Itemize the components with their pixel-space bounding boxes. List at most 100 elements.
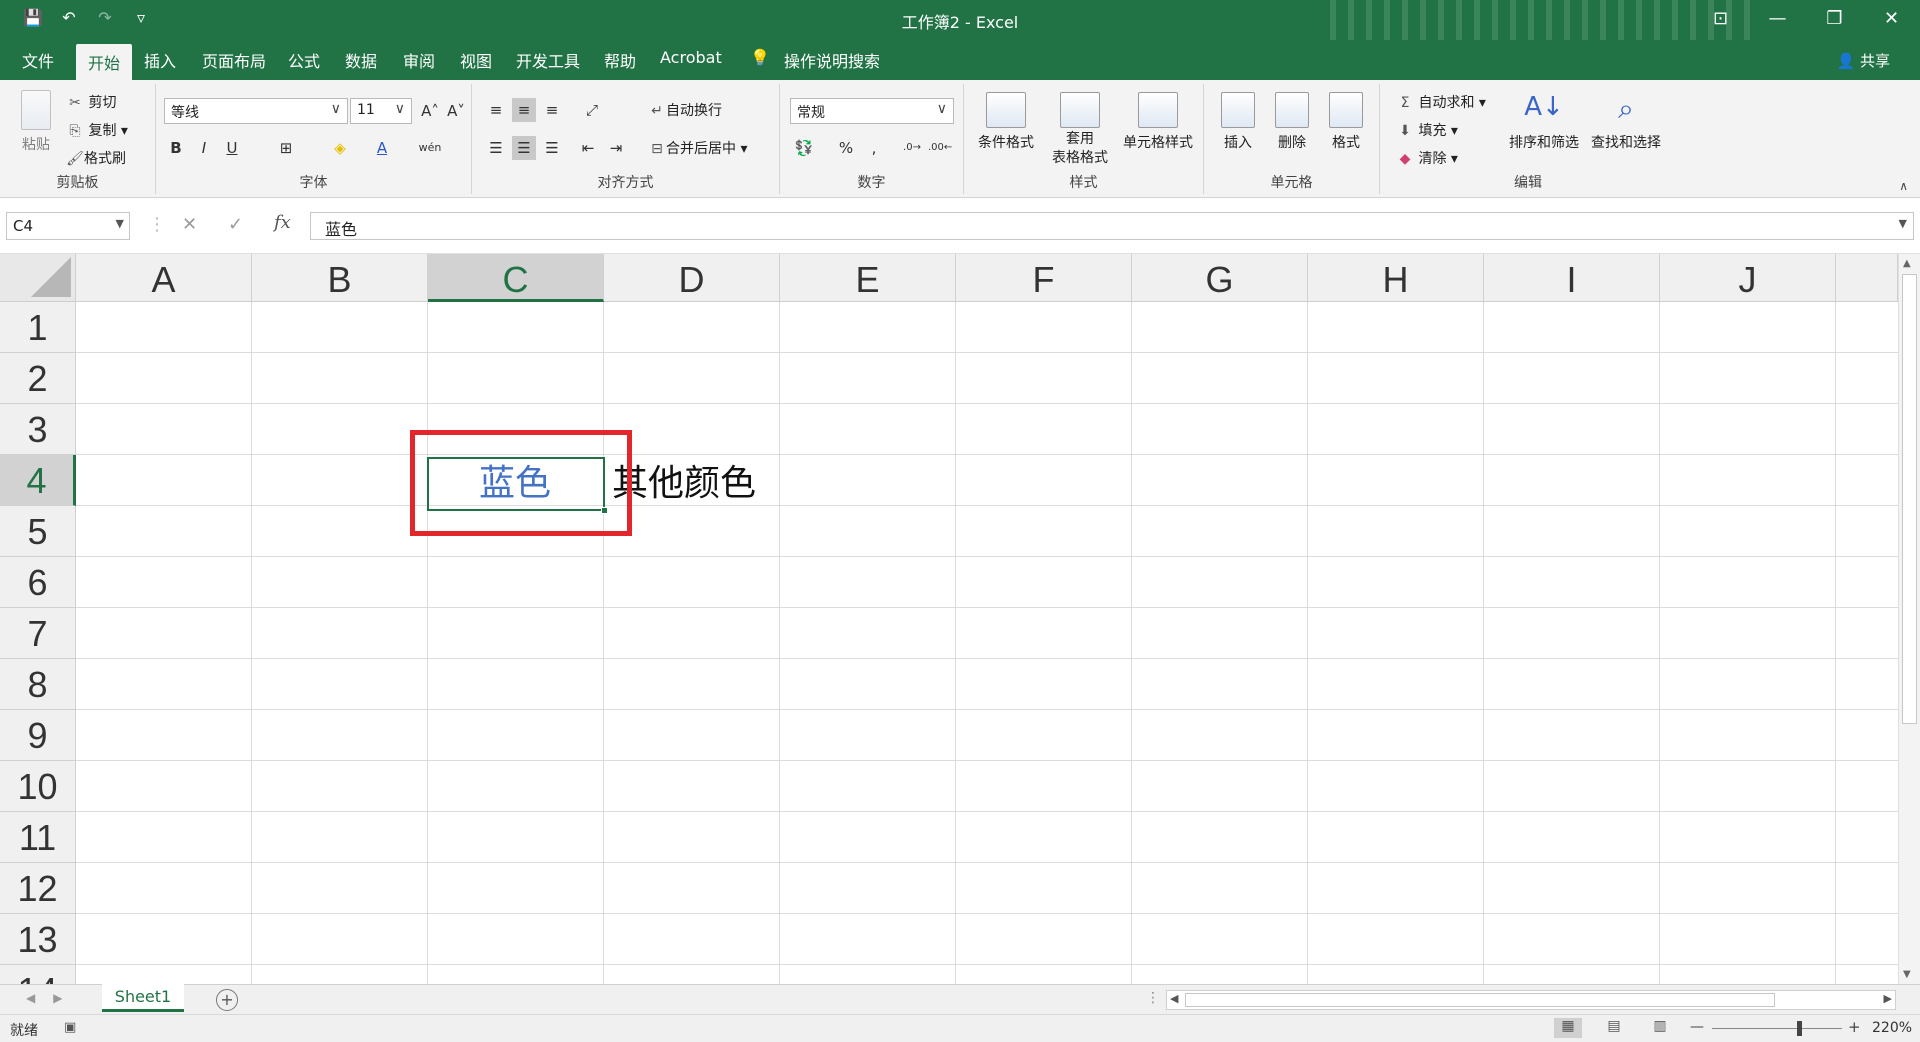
increase-indent-icon[interactable]: ⇥ xyxy=(604,136,628,160)
tab-developer[interactable]: 开发工具 xyxy=(516,48,580,72)
zoom-in-icon[interactable]: + xyxy=(1848,1018,1861,1036)
close-button[interactable]: ✕ xyxy=(1863,0,1920,40)
scroll-left-icon[interactable]: ◀ xyxy=(1170,992,1178,1005)
formula-input[interactable]: 蓝色 ▼ xyxy=(310,212,1914,240)
format-cells-button[interactable]: 格式 xyxy=(1322,92,1370,152)
select-all-button[interactable] xyxy=(0,254,76,302)
cancel-icon[interactable]: ✕ xyxy=(182,214,197,235)
cut-button[interactable]: ✂ 剪切 xyxy=(66,92,116,112)
name-box[interactable]: C4 ▼ xyxy=(6,212,130,240)
italic-button[interactable]: I xyxy=(192,136,216,160)
normal-view-icon[interactable]: ▦ xyxy=(1554,1018,1582,1038)
clear-button[interactable]: ◆ 清除 ▾ xyxy=(1396,148,1458,168)
delete-cells-button[interactable]: 删除 xyxy=(1268,92,1316,152)
column-header-b[interactable]: B xyxy=(252,254,428,302)
scroll-up-icon[interactable]: ▲ xyxy=(1903,258,1911,269)
row-header-1[interactable]: 1 xyxy=(0,302,76,353)
tab-formulas[interactable]: 公式 xyxy=(288,48,320,72)
autosum-button[interactable]: Σ 自动求和 ▾ xyxy=(1396,92,1486,112)
underline-button[interactable]: U xyxy=(220,136,244,160)
zoom-out-icon[interactable]: — xyxy=(1690,1019,1704,1035)
column-header-partial[interactable] xyxy=(1836,254,1898,302)
phonetic-guide-icon[interactable]: wén xyxy=(418,136,442,160)
align-bottom-icon[interactable]: ≡ xyxy=(540,98,564,122)
horizontal-scrollbar[interactable]: ◀ ▶ xyxy=(1166,990,1896,1010)
collapse-ribbon-icon[interactable]: ∧ xyxy=(1899,179,1908,193)
row-header-11[interactable]: 11 xyxy=(0,812,76,863)
tab-insert[interactable]: 插入 xyxy=(144,48,176,72)
worksheet-grid[interactable]: ABCDEFGHIJ 1234567891011121314 蓝色 其他颜色 xyxy=(0,254,1898,984)
format-painter-button[interactable]: 🖌格式刷 xyxy=(66,148,126,168)
page-break-view-icon[interactable]: ▥ xyxy=(1646,1018,1674,1038)
row-header-4[interactable]: 4 xyxy=(0,455,76,506)
vertical-scroll-thumb[interactable] xyxy=(1902,274,1917,724)
fill-button[interactable]: ⬇ 填充 ▾ xyxy=(1396,120,1458,140)
tab-file[interactable]: 文件 xyxy=(22,48,54,72)
page-layout-view-icon[interactable]: ▤ xyxy=(1600,1018,1628,1038)
macro-recording-icon[interactable]: ▣ xyxy=(64,1020,76,1035)
conditional-formatting-button[interactable]: 条件格式 xyxy=(974,92,1038,152)
horizontal-scroll-thumb[interactable] xyxy=(1185,993,1775,1007)
row-header-2[interactable]: 2 xyxy=(0,353,76,404)
row-header-3[interactable]: 3 xyxy=(0,404,76,455)
row-header-14[interactable]: 14 xyxy=(0,965,76,984)
scroll-down-icon[interactable]: ▼ xyxy=(1903,969,1911,980)
zoom-slider-track[interactable] xyxy=(1712,1028,1842,1029)
minimize-button[interactable]: — xyxy=(1749,0,1806,40)
add-sheet-icon[interactable]: + xyxy=(216,989,238,1011)
expand-formula-icon[interactable]: ▼ xyxy=(1899,217,1907,230)
align-right-icon[interactable]: ☰ xyxy=(540,136,564,160)
column-header-a[interactable]: A xyxy=(76,254,252,302)
font-size-select[interactable]: 11 ∨ xyxy=(350,98,412,124)
split-handle-icon[interactable]: ⋮ xyxy=(1146,990,1160,1006)
restore-button[interactable]: ❐ xyxy=(1806,0,1863,40)
tab-home[interactable]: 开始 xyxy=(76,44,133,80)
cell-styles-button[interactable]: 单元格样式 xyxy=(1116,92,1200,152)
orientation-icon[interactable]: ⤢ xyxy=(580,98,604,122)
share-button[interactable]: 👤 共享 xyxy=(1837,50,1890,71)
column-header-e[interactable]: E xyxy=(780,254,956,302)
decrease-decimal-icon[interactable]: .00← xyxy=(928,136,952,160)
insert-function-icon[interactable]: fx xyxy=(274,212,291,233)
paste-button[interactable]: 粘贴 xyxy=(14,90,58,154)
row-header-8[interactable]: 8 xyxy=(0,659,76,710)
number-format-select[interactable]: 常规 ∨ xyxy=(790,98,954,124)
ribbon-display-options-icon[interactable]: ⊡ xyxy=(1692,0,1749,40)
comma-style-button[interactable]: , xyxy=(862,136,886,160)
increase-decimal-icon[interactable]: .0→ xyxy=(900,136,924,160)
tab-help[interactable]: 帮助 xyxy=(604,48,636,72)
align-center-icon[interactable]: ☰ xyxy=(512,136,536,160)
tab-view[interactable]: 视图 xyxy=(460,48,492,72)
column-header-f[interactable]: F xyxy=(956,254,1132,302)
grow-font-button[interactable]: A˄ xyxy=(418,99,442,123)
wrap-text-button[interactable]: ↵ 自动换行 xyxy=(648,100,722,120)
tab-review[interactable]: 审阅 xyxy=(403,48,435,72)
bold-button[interactable]: B xyxy=(164,136,188,160)
shrink-font-button[interactable]: A˅ xyxy=(444,99,468,123)
column-header-j[interactable]: J xyxy=(1660,254,1836,302)
sheet-tab-sheet1[interactable]: Sheet1 xyxy=(102,984,184,1012)
format-as-table-button[interactable]: 套用 表格格式 xyxy=(1042,92,1118,168)
copy-button[interactable]: ⎘ 复制 ▾ xyxy=(66,120,128,140)
align-top-icon[interactable]: ≡ xyxy=(484,98,508,122)
row-header-7[interactable]: 7 xyxy=(0,608,76,659)
row-header-10[interactable]: 10 xyxy=(0,761,76,812)
font-color-icon[interactable]: A xyxy=(370,136,394,160)
tab-page-layout[interactable]: 页面布局 xyxy=(202,48,266,72)
tell-me-search[interactable]: 操作说明搜索 xyxy=(784,48,880,72)
drag-handle-icon[interactable]: ⋮ xyxy=(148,214,166,235)
zoom-slider-thumb[interactable] xyxy=(1797,1021,1802,1036)
find-select-button[interactable]: ⌕ 查找和选择 xyxy=(1586,92,1666,152)
sheet-nav-arrows[interactable]: ◀▶ xyxy=(26,991,80,1005)
fill-color-icon[interactable]: ◈ xyxy=(328,136,352,160)
accounting-format-icon[interactable]: 💱 xyxy=(792,136,816,160)
tab-acrobat[interactable]: Acrobat xyxy=(660,48,722,67)
row-header-9[interactable]: 9 xyxy=(0,710,76,761)
font-name-select[interactable]: 等线 ∨ xyxy=(164,98,348,124)
column-header-c[interactable]: C xyxy=(428,254,604,302)
column-header-h[interactable]: H xyxy=(1308,254,1484,302)
percent-style-button[interactable]: % xyxy=(834,136,858,160)
insert-cells-button[interactable]: 插入 xyxy=(1214,92,1262,152)
column-header-g[interactable]: G xyxy=(1132,254,1308,302)
row-header-5[interactable]: 5 xyxy=(0,506,76,557)
